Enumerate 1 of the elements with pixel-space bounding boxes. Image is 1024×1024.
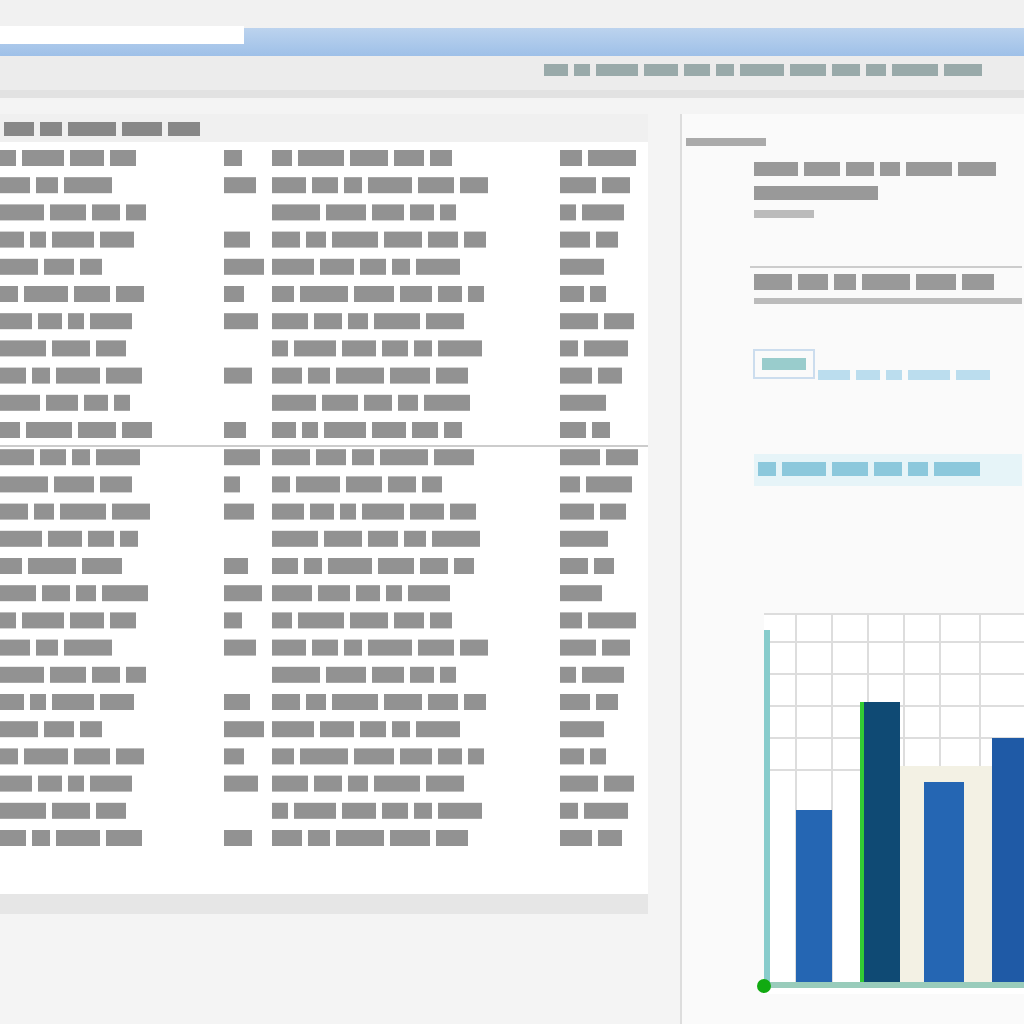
address-field[interactable] [0, 26, 244, 44]
